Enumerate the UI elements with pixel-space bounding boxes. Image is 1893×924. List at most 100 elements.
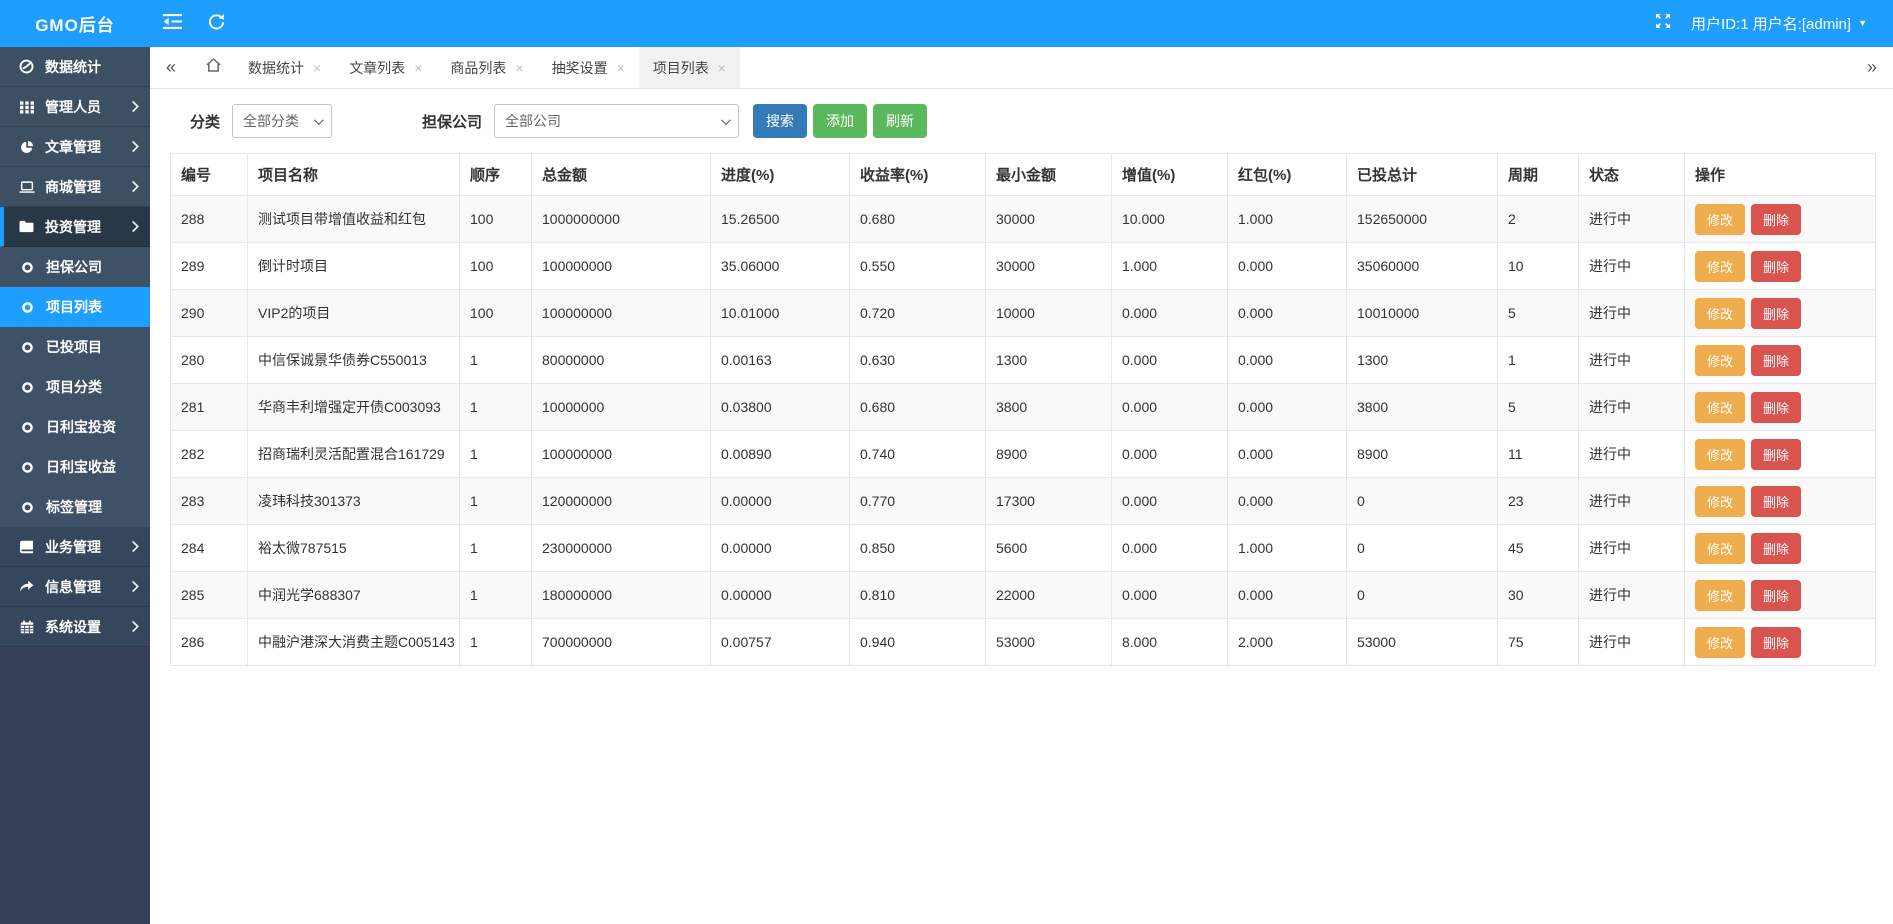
edit-button[interactable]: 修改 xyxy=(1695,533,1745,564)
table-cell: 0.03800 xyxy=(711,384,850,431)
tab-close-icon[interactable]: × xyxy=(313,61,321,75)
table-header-row: 编号项目名称顺序总金额进度(%)收益率(%)最小金额增值(%)红包(%)已投总计… xyxy=(171,154,1876,196)
tab-project-list[interactable]: 项目列表× xyxy=(639,47,740,88)
chevron-right-icon xyxy=(132,541,139,552)
table-cell: 100000000 xyxy=(532,243,711,290)
table-cell: 中润光学688307 xyxy=(248,572,460,619)
tab-bar: « 数据统计×文章列表×商品列表×抽奖设置×项目列表× » xyxy=(150,47,1893,89)
user-dropdown[interactable]: 用户ID:1 用户名:[admin] ▼ xyxy=(1691,13,1867,34)
add-button[interactable]: 添加 xyxy=(813,104,867,138)
delete-button[interactable]: 删除 xyxy=(1751,486,1801,517)
category-select[interactable]: 全部分类 xyxy=(232,104,332,138)
sidebar-item-tag-mgmt[interactable]: 标签管理 xyxy=(0,487,150,527)
tabs-scroll-left-button[interactable]: « xyxy=(150,47,192,88)
chevron-right-icon xyxy=(132,101,139,112)
menu-collapse-button[interactable] xyxy=(150,0,194,47)
column-header: 已投总计 xyxy=(1347,154,1498,196)
tab-close-icon[interactable]: × xyxy=(414,61,422,75)
tab-article-list[interactable]: 文章列表 × xyxy=(335,47,436,88)
table-cell: 17300 xyxy=(986,478,1112,525)
home-tab-button[interactable] xyxy=(192,47,234,88)
sidebar-item-mall-mgmt[interactable]: 商城管理 xyxy=(0,167,150,207)
tab-lottery-settings[interactable]: 抽奖设置× xyxy=(538,47,639,88)
table-cell: 0 xyxy=(1347,572,1498,619)
table-cell: 1 xyxy=(460,572,532,619)
sidebar-item-rilibao-income[interactable]: 日利宝收益 xyxy=(0,447,150,487)
table-cell: 进行中 xyxy=(1579,478,1685,525)
sidebar-item-rilibao-invest[interactable]: 日利宝投资 xyxy=(0,407,150,447)
sidebar-item-guarantee-company[interactable]: 担保公司 xyxy=(0,247,150,287)
table-cell: 45 xyxy=(1498,525,1579,572)
chevron-right-icon xyxy=(132,621,139,632)
sidebar-item-article-mgmt[interactable]: 文章管理 xyxy=(0,127,150,167)
sidebar-menu: 数据统计管理人员文章管理商城管理投资管理担保公司项目列表已投项目项目分类日利宝投… xyxy=(0,47,150,647)
table-cell: 裕太微787515 xyxy=(248,525,460,572)
tabs: 数据统计×文章列表×商品列表×抽奖设置×项目列表× xyxy=(234,47,740,88)
company-filter-label: 担保公司 xyxy=(422,111,482,132)
table-cell: 10 xyxy=(1498,243,1579,290)
delete-button[interactable]: 删除 xyxy=(1751,204,1801,235)
edit-button[interactable]: 修改 xyxy=(1695,251,1745,282)
sidebar-item-project-list[interactable]: 项目列表 xyxy=(0,287,150,327)
tab-data-stats[interactable]: 数据统计× xyxy=(234,47,335,88)
header-right: 用户ID:1 用户名:[admin] ▼ xyxy=(1655,0,1893,47)
edit-button[interactable]: 修改 xyxy=(1695,298,1745,329)
delete-button[interactable]: 删除 xyxy=(1751,627,1801,658)
table-cell: 0 xyxy=(1347,478,1498,525)
delete-button[interactable]: 删除 xyxy=(1751,533,1801,564)
table-cell: 中融沪港深大消费主题C005143 xyxy=(248,619,460,666)
fullscreen-button[interactable] xyxy=(1655,13,1671,34)
search-button[interactable]: 搜索 xyxy=(753,104,807,138)
sidebar-item-label: 项目分类 xyxy=(46,377,102,397)
calendar-icon xyxy=(18,618,35,635)
table-cell: 1300 xyxy=(986,337,1112,384)
edit-button[interactable]: 修改 xyxy=(1695,486,1745,517)
table-cell: 15.26500 xyxy=(711,196,850,243)
sidebar-item-invest-mgmt[interactable]: 投资管理 xyxy=(0,207,150,247)
table-cell: 0.770 xyxy=(850,478,986,525)
sidebar-item-project-category[interactable]: 项目分类 xyxy=(0,367,150,407)
edit-button[interactable]: 修改 xyxy=(1695,627,1745,658)
sidebar-item-business-mgmt[interactable]: 业务管理 xyxy=(0,527,150,567)
table-cell: 0.630 xyxy=(850,337,986,384)
tab-close-icon[interactable]: × xyxy=(617,61,625,75)
table-cell: 152650000 xyxy=(1347,196,1498,243)
edit-button[interactable]: 修改 xyxy=(1695,204,1745,235)
table-cell: 0.00163 xyxy=(711,337,850,384)
table-cell: 100 xyxy=(460,243,532,290)
delete-button[interactable]: 删除 xyxy=(1751,251,1801,282)
edit-button[interactable]: 修改 xyxy=(1695,392,1745,423)
edit-button[interactable]: 修改 xyxy=(1695,345,1745,376)
edit-button[interactable]: 修改 xyxy=(1695,439,1745,470)
refresh-button[interactable]: 刷新 xyxy=(873,104,927,138)
table-cell: 0.000 xyxy=(1112,478,1228,525)
tab-product-list[interactable]: 商品列表× xyxy=(436,47,537,88)
refresh-page-button[interactable] xyxy=(194,0,238,47)
tab-label: 文章列表 xyxy=(349,58,405,78)
tab-close-icon[interactable]: × xyxy=(515,61,523,75)
sidebar-item-info-mgmt[interactable]: 信息管理 xyxy=(0,567,150,607)
delete-button[interactable]: 删除 xyxy=(1751,439,1801,470)
tabs-scroll-right-button[interactable]: » xyxy=(1851,47,1893,88)
sidebar-item-system-settings[interactable]: 系统设置 xyxy=(0,607,150,647)
sidebar-item-label: 信息管理 xyxy=(45,577,101,597)
delete-button[interactable]: 删除 xyxy=(1751,580,1801,611)
delete-button[interactable]: 删除 xyxy=(1751,298,1801,329)
sidebar-item-admin-users[interactable]: 管理人员 xyxy=(0,87,150,127)
table-cell: 进行中 xyxy=(1579,619,1685,666)
table-cell: 100 xyxy=(460,290,532,337)
table-cell: 5600 xyxy=(986,525,1112,572)
table-row: 290VIP2的项目10010000000010.010000.72010000… xyxy=(171,290,1876,337)
table-cell: 0.000 xyxy=(1112,431,1228,478)
delete-button[interactable]: 删除 xyxy=(1751,345,1801,376)
tab-close-icon[interactable]: × xyxy=(718,61,726,75)
delete-button[interactable]: 删除 xyxy=(1751,392,1801,423)
table-cell: 230000000 xyxy=(532,525,711,572)
sidebar-item-label: 商城管理 xyxy=(45,177,101,197)
company-select[interactable]: 全部公司 xyxy=(494,104,739,138)
sidebar-item-data-stats[interactable]: 数据统计 xyxy=(0,47,150,87)
sidebar-item-invested-projects[interactable]: 已投项目 xyxy=(0,327,150,367)
table-cell: 0.000 xyxy=(1228,337,1347,384)
sidebar-item-label: 标签管理 xyxy=(46,497,102,517)
edit-button[interactable]: 修改 xyxy=(1695,580,1745,611)
